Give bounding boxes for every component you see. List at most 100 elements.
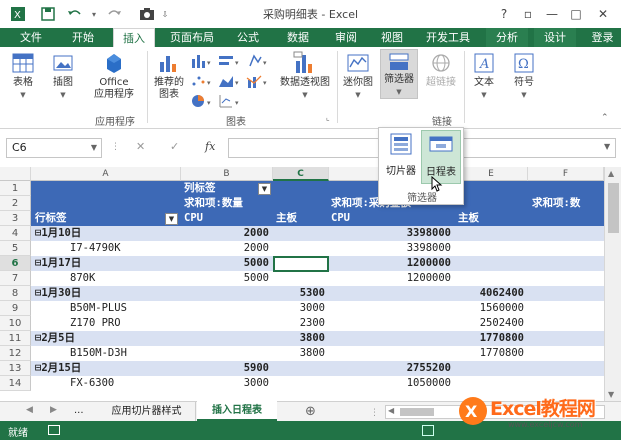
row-header[interactable]: 5: [0, 241, 31, 256]
help-button[interactable]: ?: [493, 4, 515, 24]
next-sheet-icon[interactable]: ▶: [50, 405, 57, 415]
prev-sheet-icon[interactable]: ◀: [26, 405, 33, 415]
slicer-button[interactable]: 切片器: [383, 132, 419, 184]
vertical-scrollbar[interactable]: ▲ ▼: [604, 167, 621, 401]
pivot-chart-icon: [293, 51, 317, 75]
row-header[interactable]: 14: [0, 376, 31, 391]
row-header[interactable]: 11: [0, 331, 31, 346]
tab-developer[interactable]: 开发工具: [420, 28, 476, 47]
tab-split-handle-icon[interactable]: ⋮: [370, 408, 379, 418]
column-filter-dropdown-icon[interactable]: ▼: [258, 183, 271, 195]
tab-design[interactable]: 设计: [534, 28, 576, 47]
row-header[interactable]: 3: [0, 211, 31, 226]
row-header[interactable]: 9: [0, 301, 31, 316]
charts-launcher-icon[interactable]: ⌞: [326, 113, 330, 122]
recommended-charts-button[interactable]: 推荐的 图表: [150, 51, 188, 101]
collapse-ribbon-icon[interactable]: ⌃: [601, 113, 609, 123]
row-header[interactable]: 10: [0, 316, 31, 331]
scroll-left-icon[interactable]: ◀: [388, 406, 394, 415]
tab-view[interactable]: 视图: [372, 28, 412, 47]
tab-home[interactable]: 开始: [62, 28, 104, 47]
more-sheets-button[interactable]: ...: [74, 405, 84, 416]
close-button[interactable]: ✕: [592, 4, 614, 24]
normal-view-icon[interactable]: [422, 425, 434, 436]
tab-page-layout[interactable]: 页面布局: [163, 28, 221, 47]
pivot-value: 2000: [243, 242, 269, 254]
illustration-button[interactable]: 插图 ▼: [48, 51, 78, 101]
tab-review[interactable]: 审阅: [326, 28, 366, 47]
table-button[interactable]: 表格 ▼: [8, 51, 38, 101]
sparklines-button[interactable]: 迷你图 ▼: [340, 51, 376, 101]
row-labels-header: 行标签: [35, 212, 67, 224]
worksheet-grid[interactable]: A B C D E F 1 2 3 4 5 6 7 8 9 10 11 12 1…: [0, 167, 604, 401]
pivot-group-label[interactable]: ⊟1月30日: [35, 286, 81, 301]
row-header[interactable]: 6: [0, 256, 31, 271]
pivot-chart-button[interactable]: 数据透视图 ▼: [276, 51, 334, 101]
row-header[interactable]: 13: [0, 361, 31, 376]
sheet-tab-active[interactable]: 插入日程表: [197, 401, 277, 421]
symbol-button[interactable]: Ω 符号 ▼: [506, 51, 542, 101]
tab-file[interactable]: 文件: [10, 28, 52, 47]
pivot-group-row-band: [31, 361, 604, 376]
pivot-group-label[interactable]: ⊟2月5日: [35, 331, 75, 346]
scatter-chart-icon[interactable]: ▾: [190, 73, 214, 92]
excel-watermark-icon: X: [459, 397, 487, 425]
add-sheet-button[interactable]: ⊕: [305, 404, 316, 419]
pivot-group-label[interactable]: ⊟2月15日: [35, 361, 81, 376]
minimize-button[interactable]: —: [541, 4, 563, 24]
pie-chart-icon[interactable]: ▾: [190, 93, 214, 112]
pivot-value: 1560000: [479, 302, 524, 314]
tab-insert[interactable]: 插入: [113, 28, 155, 47]
column-chart-icon[interactable]: ▾: [190, 53, 214, 72]
enter-icon[interactable]: ✓: [170, 140, 179, 153]
column-header-b[interactable]: B: [181, 167, 273, 181]
hyperlink-button[interactable]: 超链接: [422, 51, 460, 89]
scrollbar-thumb[interactable]: [608, 183, 619, 233]
combo-chart-icon[interactable]: ▾: [246, 73, 270, 92]
row-header[interactable]: 2: [0, 196, 31, 211]
macro-record-icon[interactable]: [48, 425, 60, 435]
text-button[interactable]: A 文本 ▼: [466, 51, 502, 101]
tab-formulas[interactable]: 公式: [228, 28, 268, 47]
column-header-c[interactable]: C: [273, 167, 329, 181]
tab-data[interactable]: 数据: [278, 28, 318, 47]
pivot-value: 1770800: [479, 332, 524, 344]
maximize-button[interactable]: □: [565, 4, 587, 24]
row-header[interactable]: 1: [0, 181, 31, 196]
tab-analyze[interactable]: 分析: [486, 28, 528, 47]
column-header-a[interactable]: A: [31, 167, 181, 181]
scroll-up-icon[interactable]: ▲: [608, 169, 614, 178]
cancel-icon[interactable]: ✕: [136, 140, 145, 153]
illustration-label: 插图: [53, 77, 73, 88]
pivot-value: 3398000: [406, 227, 451, 239]
links-group-label: 链接: [432, 117, 452, 128]
row-filter-dropdown-icon[interactable]: ▼: [165, 213, 178, 225]
pivot-group-label[interactable]: ⊟1月17日: [35, 256, 81, 271]
row-header[interactable]: 7: [0, 271, 31, 286]
sheet-tab[interactable]: 应用切片器样式: [98, 402, 196, 421]
select-all-corner[interactable]: [0, 167, 31, 181]
row-header[interactable]: 8: [0, 286, 31, 301]
name-box[interactable]: C6 ▼: [6, 138, 102, 158]
column-header-f[interactable]: F: [528, 167, 604, 181]
area-chart-icon[interactable]: ▾: [218, 73, 242, 92]
ribbon-display-button[interactable]: ▫: [517, 4, 539, 24]
insert-function-icon[interactable]: fx: [205, 140, 215, 153]
hierarchy-chart-icon[interactable]: ▾: [246, 53, 270, 72]
timeline-icon: [429, 136, 453, 152]
sign-in-link[interactable]: 登录: [584, 28, 621, 47]
column-header-e[interactable]: E: [455, 167, 528, 181]
filter-button[interactable]: 筛选器 ▼: [380, 49, 418, 99]
pivot-group-label[interactable]: ⊟1月10日: [35, 226, 81, 241]
mouse-cursor-icon: [431, 176, 443, 192]
row-header[interactable]: 12: [0, 346, 31, 361]
chevron-down-icon[interactable]: ▼: [91, 139, 97, 157]
office-apps-button[interactable]: Office 应用程序: [86, 51, 142, 101]
line-chart-icon[interactable]: ▾: [218, 53, 242, 72]
row-header[interactable]: 4: [0, 226, 31, 241]
stock-chart-icon[interactable]: ▾: [218, 93, 242, 112]
table-icon: [11, 51, 35, 75]
expand-formula-bar-icon[interactable]: ▼: [604, 142, 610, 151]
scrollbar-thumb[interactable]: [400, 408, 434, 416]
active-cell-c6[interactable]: [273, 256, 329, 272]
